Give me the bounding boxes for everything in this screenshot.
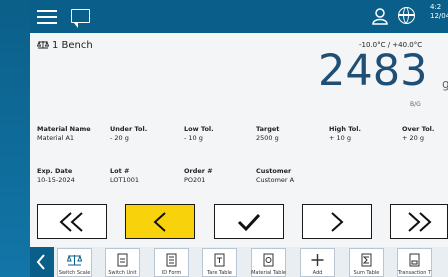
accept-button[interactable] bbox=[214, 204, 284, 239]
clock-date: 12/04 bbox=[430, 12, 448, 20]
weighing-panel: 1 Bench -10.0°C / +40.0°C 2483 g B/G Mat… bbox=[30, 33, 448, 277]
chevron-right-icon bbox=[331, 211, 344, 232]
field-value: - 10 g bbox=[184, 134, 203, 142]
transaction-table-icon bbox=[409, 253, 420, 267]
softkey-add[interactable]: Add bbox=[300, 248, 335, 277]
field-value: 10-15-2024 bbox=[37, 176, 75, 184]
previous-button[interactable] bbox=[125, 204, 195, 239]
softkey-back-button[interactable] bbox=[30, 247, 54, 277]
softkey-label: Tare Table bbox=[207, 270, 232, 276]
field-customer: Customer Customer A bbox=[256, 167, 294, 185]
softkey-bar: Switch Scale Switch Unit ID Form Tare Ta… bbox=[30, 247, 448, 277]
back-chevron-icon bbox=[36, 254, 45, 270]
menu-icon[interactable] bbox=[37, 10, 57, 24]
field-value: + 20 g bbox=[402, 134, 424, 142]
switch-scale-icon bbox=[67, 254, 82, 266]
double-chevron-right-icon bbox=[408, 211, 432, 232]
softkey-label: Switch Unit bbox=[108, 270, 137, 276]
app-window: 4:2 12/04 1 Bench -10.0°C / +40.0°C 2483… bbox=[0, 0, 448, 277]
field-order: Order # PO201 bbox=[184, 167, 213, 185]
next-button[interactable] bbox=[302, 204, 372, 239]
user-icon[interactable] bbox=[370, 6, 390, 26]
material-table-icon bbox=[263, 253, 274, 267]
field-label: Order # bbox=[184, 167, 213, 175]
softkey-label: Switch Scale bbox=[58, 270, 91, 276]
field-value: PO201 bbox=[184, 176, 206, 184]
softkey-label: ID Form bbox=[161, 270, 182, 276]
last-button[interactable] bbox=[390, 204, 448, 239]
field-value: Customer A bbox=[256, 176, 295, 184]
field-value: + 10 g bbox=[329, 134, 351, 142]
softkey-switch-scale[interactable]: Switch Scale bbox=[57, 248, 92, 277]
softkey-material-table[interactable]: Material Table bbox=[251, 248, 286, 277]
checkmark-icon bbox=[237, 213, 261, 231]
field-label: Over Tol. bbox=[402, 125, 435, 133]
field-value: LOT1001 bbox=[110, 176, 140, 184]
add-icon bbox=[311, 254, 324, 266]
chevron-left-icon bbox=[153, 211, 166, 232]
top-bar: 4:2 12/04 bbox=[30, 0, 448, 33]
softkey-id-form[interactable]: ID Form bbox=[154, 248, 189, 277]
field-over-tol: Over Tol. + 20 g bbox=[402, 125, 434, 143]
softkey-sum-table[interactable]: Sum Table bbox=[349, 248, 384, 277]
switch-unit-icon bbox=[117, 253, 128, 267]
weight-unit: g bbox=[442, 77, 448, 91]
field-exp-date: Exp. Date 10-15-2024 bbox=[37, 167, 75, 185]
softkey-label: Transaction T bbox=[397, 270, 432, 276]
field-value: - 20 g bbox=[110, 134, 129, 142]
navigation-row bbox=[30, 204, 448, 239]
scale-icon bbox=[37, 40, 49, 49]
weight-display: 2483 bbox=[318, 46, 428, 96]
field-low-tol: Low Tol. - 10 g bbox=[184, 125, 214, 143]
globe-icon[interactable] bbox=[398, 7, 415, 24]
field-label: Low Tol. bbox=[184, 125, 214, 133]
field-target: Target 2500 g bbox=[256, 125, 279, 143]
field-under-tol: Under Tol. - 20 g bbox=[110, 125, 147, 143]
sum-table-icon bbox=[361, 253, 372, 267]
field-material-name: Material Name Material A1 bbox=[37, 125, 91, 143]
left-edge-strip bbox=[0, 0, 30, 277]
softkey-switch-unit[interactable]: Switch Unit bbox=[105, 248, 140, 277]
field-label: High Tol. bbox=[329, 125, 361, 133]
field-label: Customer bbox=[256, 167, 292, 175]
field-label: Material Name bbox=[37, 125, 91, 133]
field-label: Exp. Date bbox=[37, 167, 73, 175]
field-label: Target bbox=[256, 125, 280, 133]
tare-table-icon bbox=[214, 253, 225, 267]
field-lot: Lot # LOT1001 bbox=[110, 167, 139, 185]
softkey-label: Add bbox=[312, 270, 323, 276]
field-label: Under Tol. bbox=[110, 125, 148, 133]
softkey-transaction-table[interactable]: Transaction T bbox=[397, 248, 432, 277]
scale-name: 1 Bench bbox=[52, 40, 93, 51]
first-button[interactable] bbox=[37, 204, 107, 239]
field-value: 2500 g bbox=[256, 134, 279, 142]
softkey-label: Material Table bbox=[251, 270, 286, 276]
double-chevron-left-icon bbox=[59, 211, 83, 232]
field-high-tol: High Tol. + 10 g bbox=[329, 125, 361, 143]
message-icon[interactable] bbox=[71, 9, 90, 28]
softkey-tare-table[interactable]: Tare Table bbox=[202, 248, 237, 277]
softkey-label: Sum Table bbox=[353, 270, 380, 276]
weight-mode: B/G bbox=[410, 101, 421, 108]
field-value: Material A1 bbox=[37, 134, 75, 142]
clock-readout: 4:2 12/04 bbox=[430, 3, 448, 21]
scale-title: 1 Bench bbox=[37, 40, 93, 51]
clock-time: 4:2 bbox=[430, 3, 442, 11]
field-label: Lot # bbox=[110, 167, 130, 175]
id-form-icon bbox=[166, 253, 177, 267]
